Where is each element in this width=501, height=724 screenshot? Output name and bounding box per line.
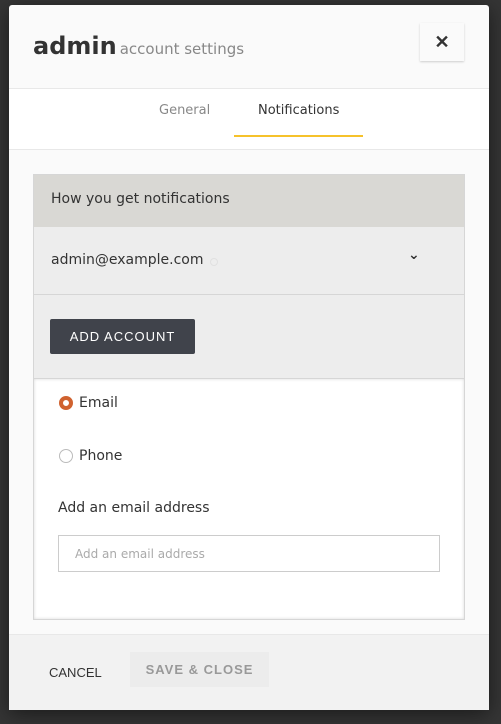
add-account-area: ADD ACCOUNT: [34, 295, 464, 379]
close-icon: ✕: [434, 31, 450, 52]
account-email: admin@example.com: [51, 252, 204, 268]
close-button[interactable]: ✕: [420, 23, 464, 61]
modal-header: admin account settings ✕: [9, 5, 489, 89]
active-tab-indicator: [234, 135, 363, 137]
tab-notifications[interactable]: Notifications: [258, 103, 339, 118]
radio-selected-icon[interactable]: [59, 396, 73, 410]
section-title: How you get notifications: [34, 175, 464, 227]
radio-phone-label: Phone: [79, 448, 123, 464]
cancel-button[interactable]: CANCEL: [39, 657, 112, 688]
add-account-button[interactable]: ADD ACCOUNT: [50, 319, 195, 354]
notification-options: Email Phone Add an email address: [34, 379, 464, 619]
save-close-button[interactable]: SAVE & CLOSE: [130, 652, 269, 687]
modal-footer: CANCEL SAVE & CLOSE: [9, 634, 489, 710]
radio-phone[interactable]: Phone: [59, 448, 122, 464]
radio-email-label: Email: [79, 395, 118, 411]
username: admin: [33, 32, 117, 60]
modal-title: admin account settings: [33, 32, 244, 60]
radio-email[interactable]: Email: [59, 395, 118, 411]
tab-general[interactable]: General: [159, 103, 210, 118]
tab-bar: General Notifications: [9, 89, 489, 150]
email-field-label: Add an email address: [58, 500, 210, 516]
modal-subtitle: account settings: [119, 40, 245, 58]
notifications-card: How you get notifications admin@example.…: [33, 174, 465, 620]
account-row[interactable]: admin@example.com ⌄: [34, 227, 464, 295]
email-input[interactable]: [58, 535, 440, 572]
status-dot-icon: [210, 258, 218, 266]
account-settings-modal: admin account settings ✕ General Notifica…: [9, 5, 489, 710]
chevron-down-icon[interactable]: ⌄: [408, 247, 420, 263]
radio-unselected-icon[interactable]: [59, 449, 73, 463]
